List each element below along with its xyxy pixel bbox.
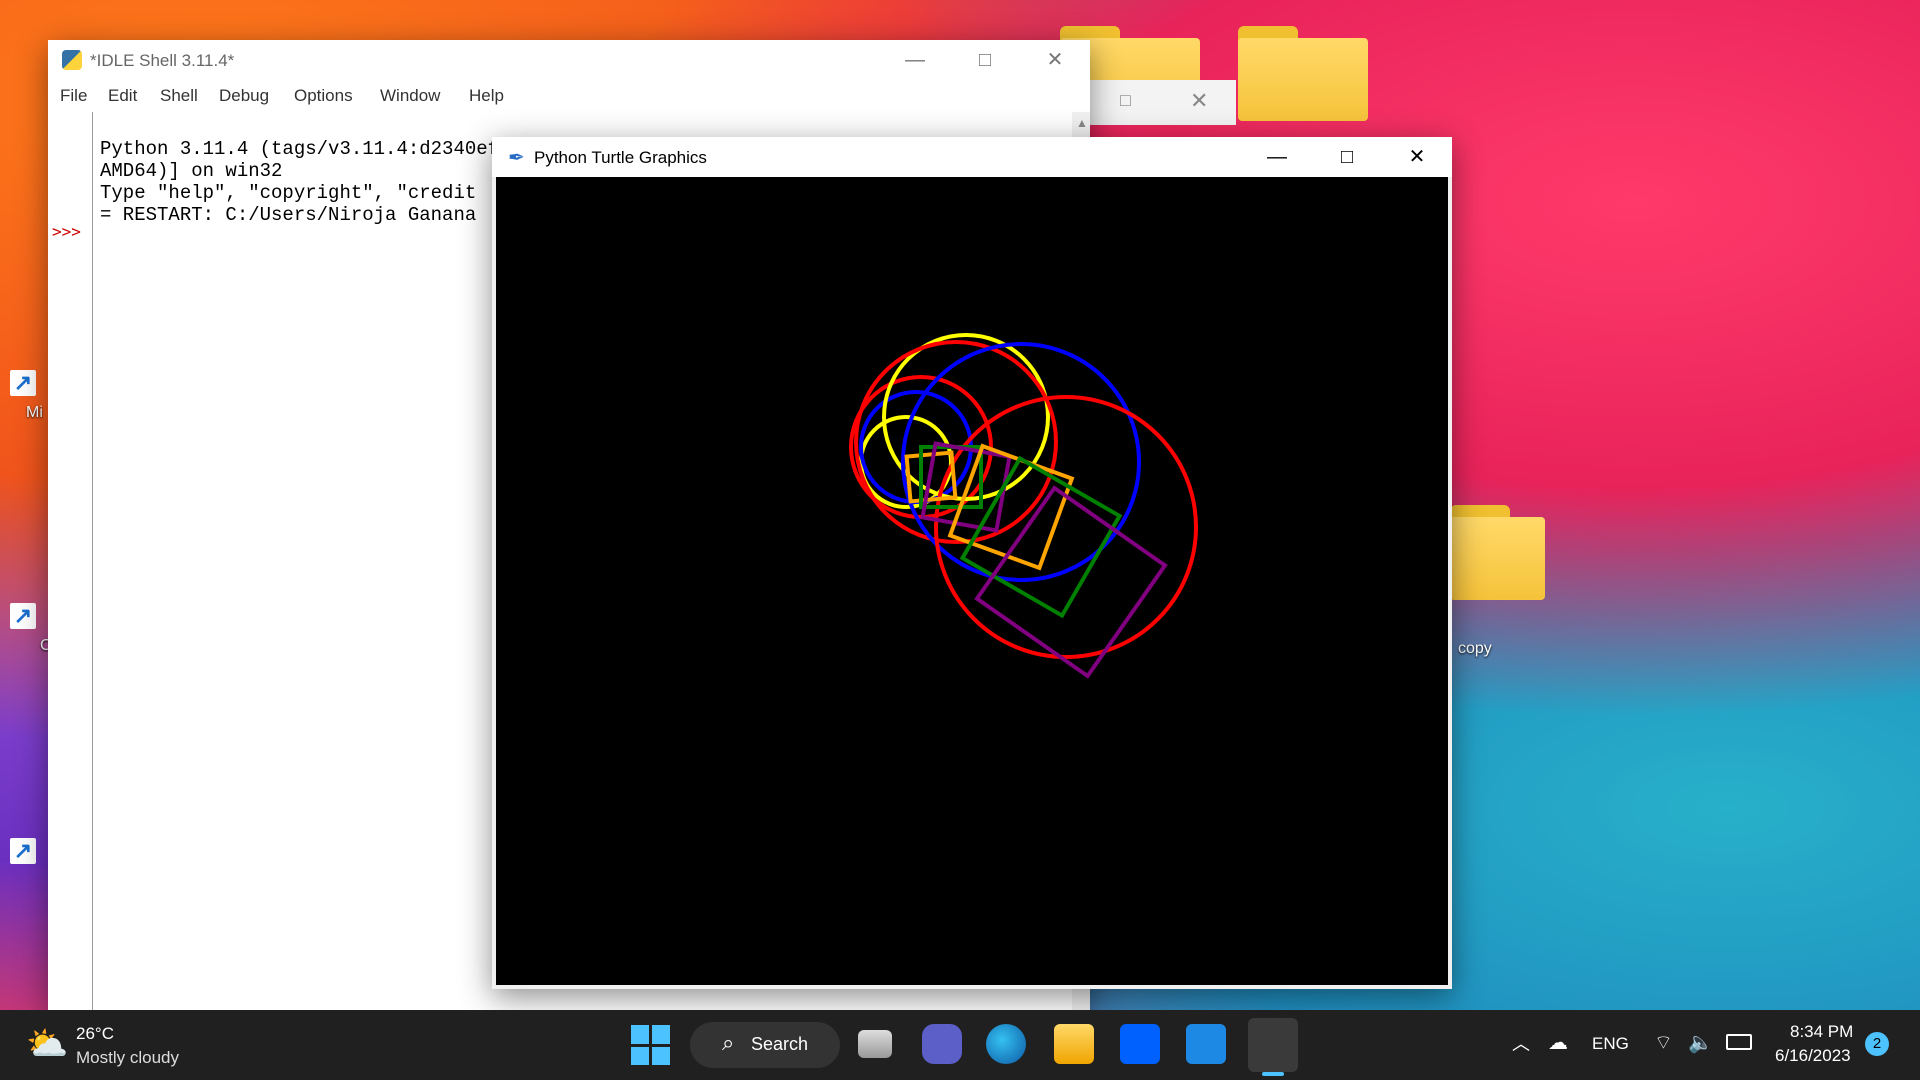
edge-browser-icon[interactable] xyxy=(986,1024,1026,1064)
desktop-label-copy[interactable]: copy xyxy=(1458,640,1492,658)
shortcut-arrow-icon[interactable]: ↗ xyxy=(10,370,36,396)
turtle-drawing xyxy=(849,333,1198,679)
menu-options[interactable]: Options xyxy=(294,86,353,106)
shell-prompt: >>> xyxy=(52,222,81,241)
maximize-button[interactable]: □ xyxy=(1312,137,1382,177)
python-icon xyxy=(62,50,82,70)
dropbox-icon[interactable] xyxy=(1120,1024,1160,1064)
mail-icon[interactable] xyxy=(1186,1024,1226,1064)
feather-icon: ✒ xyxy=(508,147,525,169)
clock-time[interactable]: 8:34 PM xyxy=(1790,1022,1853,1042)
menu-window[interactable]: Window xyxy=(380,86,440,106)
window-title: *IDLE Shell 3.11.4* xyxy=(90,51,235,70)
menubar: File Edit Shell Debug Options Window Hel… xyxy=(48,80,1090,110)
desktop-folder-icon[interactable] xyxy=(1238,26,1368,121)
chat-icon[interactable] xyxy=(922,1024,962,1064)
weather-description[interactable]: Mostly cloudy xyxy=(76,1048,179,1068)
close-button[interactable]: ✕ xyxy=(1382,137,1452,177)
language-indicator[interactable]: ENG xyxy=(1592,1034,1629,1054)
maximize-icon[interactable]: □ xyxy=(1120,90,1131,111)
background-window[interactable]: □ ✕ xyxy=(1090,80,1236,125)
turtle-canvas[interactable] xyxy=(496,177,1448,985)
notification-badge[interactable]: 2 xyxy=(1865,1032,1889,1056)
minimize-button[interactable]: — xyxy=(1242,137,1312,177)
scroll-up-icon[interactable]: ▲ xyxy=(1076,116,1088,130)
taskbar: ⛅ 26°C Mostly cloudy ⌕ Search ︿ ☁ ENG ⌔ … xyxy=(0,1010,1920,1080)
window-title: Python Turtle Graphics xyxy=(534,148,707,167)
close-icon[interactable]: ✕ xyxy=(1190,88,1208,114)
titlebar[interactable]: ✒ Python Turtle Graphics — □ ✕ xyxy=(492,137,1452,177)
clock-date[interactable]: 6/16/2023 xyxy=(1775,1046,1851,1066)
wifi-icon[interactable]: ⌔ xyxy=(1654,1030,1673,1055)
onedrive-error-icon[interactable]: ☁ xyxy=(1548,1030,1568,1055)
maximize-button[interactable]: □ xyxy=(950,40,1020,80)
menu-help[interactable]: Help xyxy=(469,86,504,106)
file-explorer-icon[interactable] xyxy=(1054,1024,1094,1064)
weather-temperature[interactable]: 26°C xyxy=(76,1024,114,1044)
weather-cloud-icon[interactable]: ⛅ xyxy=(26,1024,68,1064)
volume-icon[interactable]: 🔈 xyxy=(1688,1030,1713,1055)
search-label: Search xyxy=(751,1034,809,1054)
python-idle-icon[interactable] xyxy=(1248,1018,1298,1072)
shortcut-arrow-icon[interactable]: ↗ xyxy=(10,603,36,629)
task-view-icon[interactable] xyxy=(858,1030,892,1058)
chevron-up-icon[interactable]: ︿ xyxy=(1512,1030,1530,1056)
search-icon: ⌕ xyxy=(722,1030,735,1055)
menu-edit[interactable]: Edit xyxy=(108,86,137,106)
menu-file[interactable]: File xyxy=(60,86,87,106)
minimize-button[interactable]: — xyxy=(880,40,950,80)
titlebar[interactable]: *IDLE Shell 3.11.4* — □ ✕ xyxy=(48,40,1090,80)
menu-shell[interactable]: Shell xyxy=(160,86,198,106)
close-button[interactable]: ✕ xyxy=(1020,40,1090,80)
desktop-label[interactable]: Mi xyxy=(26,404,43,422)
desktop-folder-icon[interactable] xyxy=(1450,505,1545,600)
start-windows-icon[interactable] xyxy=(630,1024,672,1066)
prompt-gutter: >>> xyxy=(48,112,93,1010)
battery-icon[interactable] xyxy=(1726,1034,1752,1050)
shortcut-arrow-icon[interactable]: ↗ xyxy=(10,838,36,864)
turtle-graphics-window[interactable]: ✒ Python Turtle Graphics — □ ✕ xyxy=(492,137,1452,989)
menu-debug[interactable]: Debug xyxy=(219,86,269,106)
active-indicator xyxy=(1262,1072,1284,1076)
